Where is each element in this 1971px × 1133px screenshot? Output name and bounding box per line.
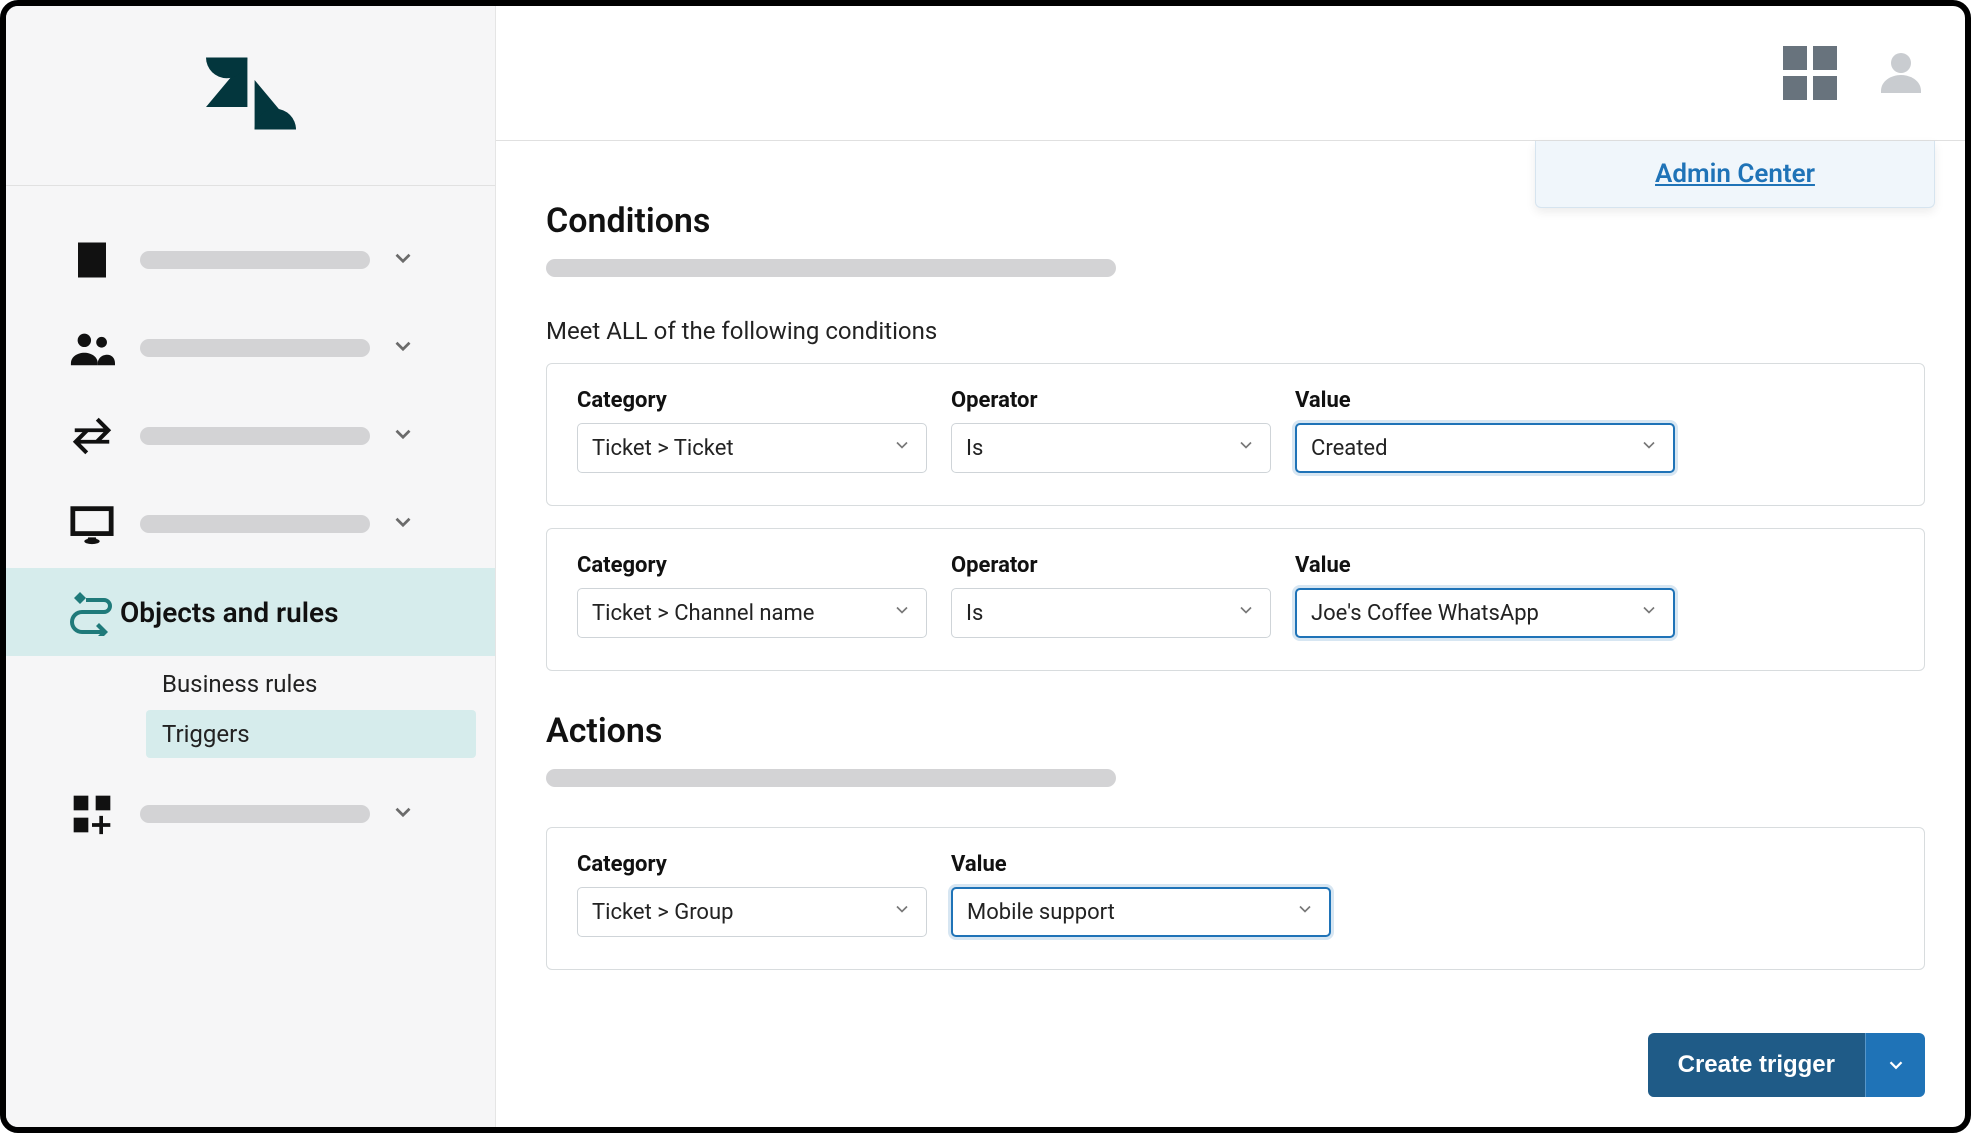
create-trigger-dropdown-button[interactable] — [1865, 1033, 1925, 1097]
chevron-down-icon — [1236, 600, 1256, 626]
col-label-operator: Operator — [951, 388, 1271, 413]
col-label-value: Value — [1295, 388, 1675, 413]
apps-plus-icon — [64, 792, 120, 836]
condition-value-select[interactable]: Created — [1295, 423, 1675, 473]
sidebar-item-workspaces[interactable] — [6, 480, 495, 568]
placeholder-label — [140, 515, 370, 533]
condition-operator-select[interactable]: Is — [951, 423, 1271, 473]
workflow-icon — [64, 588, 120, 636]
sidebar-subitem-triggers[interactable]: Triggers — [146, 710, 476, 758]
select-value: Created — [1311, 436, 1387, 461]
chevron-down-icon — [1639, 600, 1659, 626]
apps-grid-icon[interactable] — [1783, 46, 1837, 100]
arrows-horizontal-icon — [64, 413, 120, 459]
placeholder-label — [140, 427, 370, 445]
select-value: Ticket > Channel name — [592, 601, 814, 626]
admin-center-link[interactable]: Admin Center — [1655, 159, 1815, 189]
chevron-down-icon — [390, 333, 416, 363]
select-value: Is — [966, 601, 983, 626]
main: Admin Center Conditions Meet ALL of the … — [496, 6, 1965, 1127]
sidebar-item-label: Objects and rules — [120, 596, 465, 629]
chevron-down-icon — [892, 600, 912, 626]
sidebar-item-apps[interactable] — [6, 770, 495, 858]
select-value: Is — [966, 436, 983, 461]
user-icon[interactable] — [1877, 47, 1925, 99]
chevron-down-icon — [390, 245, 416, 275]
topbar — [496, 6, 1965, 141]
admin-center-dropdown: Admin Center — [1535, 141, 1935, 208]
chevron-down-icon — [1885, 1054, 1907, 1076]
col-label-category: Category — [577, 388, 927, 413]
app-frame: Objects and rules Business rules Trigger… — [0, 0, 1971, 1133]
actions-title: Actions — [546, 711, 1925, 751]
chevron-down-icon — [390, 421, 416, 451]
chevron-down-icon — [390, 799, 416, 829]
create-trigger-button[interactable]: Create trigger — [1648, 1033, 1865, 1097]
chevron-down-icon — [1236, 435, 1256, 461]
select-value: Ticket > Group — [592, 900, 733, 925]
condition-value-select[interactable]: Joe's Coffee WhatsApp — [1295, 588, 1675, 638]
sidebar-subitems: Business rules Triggers — [6, 656, 495, 770]
placeholder-label — [140, 339, 370, 357]
sidebar-item-people[interactable] — [6, 304, 495, 392]
action-category-select[interactable]: Ticket > Group — [577, 887, 927, 937]
sidebar-item-channels[interactable] — [6, 392, 495, 480]
footer-actions: Create trigger — [1648, 1033, 1925, 1097]
condition-operator-select[interactable]: Is — [951, 588, 1271, 638]
sidebar-subitem-business-rules[interactable]: Business rules — [146, 660, 476, 708]
monitor-icon — [64, 501, 120, 547]
col-label-category: Category — [577, 852, 927, 877]
col-label-value: Value — [1295, 553, 1675, 578]
chevron-down-icon — [1639, 435, 1659, 461]
condition-category-select[interactable]: Ticket > Ticket — [577, 423, 927, 473]
sidebar-item-objects-rules[interactable]: Objects and rules — [6, 568, 495, 656]
col-label-operator: Operator — [951, 553, 1271, 578]
select-value: Joe's Coffee WhatsApp — [1311, 601, 1539, 626]
zendesk-logo-icon — [206, 56, 296, 135]
placeholder-label — [140, 805, 370, 823]
col-label-value: Value — [951, 852, 1331, 877]
placeholder-label — [140, 251, 370, 269]
chevron-down-icon — [1295, 899, 1315, 925]
chevron-down-icon — [892, 435, 912, 461]
sidebar-item-company[interactable] — [6, 216, 495, 304]
meet-all-label: Meet ALL of the following conditions — [546, 317, 1925, 345]
actions-description-placeholder — [546, 769, 1116, 787]
condition-category-select[interactable]: Ticket > Channel name — [577, 588, 927, 638]
col-label-category: Category — [577, 553, 927, 578]
action-value-select[interactable]: Mobile support — [951, 887, 1331, 937]
logo-area — [6, 6, 495, 186]
chevron-down-icon — [892, 899, 912, 925]
people-icon — [64, 325, 120, 371]
select-value: Ticket > Ticket — [592, 436, 734, 461]
condition-row: Category Ticket > Channel name Operator … — [546, 528, 1925, 671]
sidebar: Objects and rules Business rules Trigger… — [6, 6, 496, 1127]
select-value: Mobile support — [967, 900, 1115, 925]
building-icon — [64, 239, 120, 281]
content: Conditions Meet ALL of the following con… — [496, 141, 1965, 1127]
conditions-description-placeholder — [546, 259, 1116, 277]
condition-row: Category Ticket > Ticket Operator Is — [546, 363, 1925, 506]
action-row: Category Ticket > Group Value Mobile sup… — [546, 827, 1925, 970]
sidebar-nav: Objects and rules Business rules Trigger… — [6, 186, 495, 858]
chevron-down-icon — [390, 509, 416, 539]
